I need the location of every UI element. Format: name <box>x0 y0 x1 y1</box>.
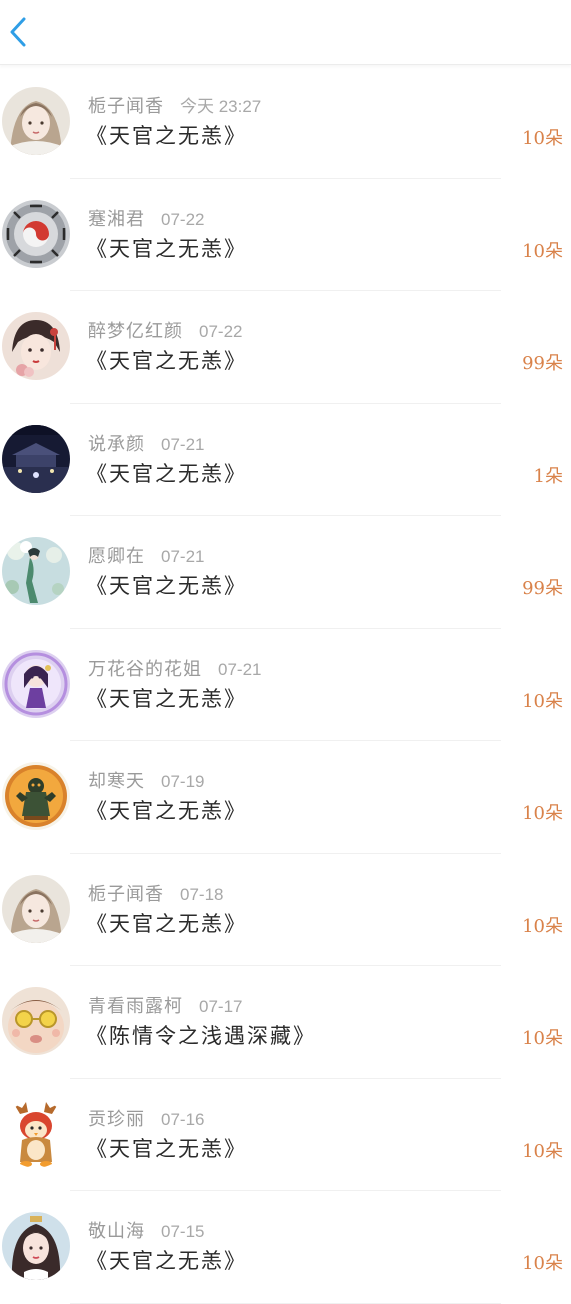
book-title[interactable]: 《天官之无恙》 <box>86 120 247 150</box>
avatar-painted-girl[interactable] <box>2 312 70 380</box>
avatar-longhair-girl[interactable] <box>2 1212 70 1280</box>
avatar-chibi-purple[interactable] <box>2 649 70 718</box>
sender-name: 愿卿在 <box>88 546 145 567</box>
sender-name: 醉梦亿红颜 <box>88 321 183 342</box>
gift-amount: 10朵 <box>522 1253 563 1274</box>
sender-name: 却寒天 <box>88 771 145 792</box>
record-time: 07-18 <box>180 884 224 904</box>
list-item[interactable]: 贡珍丽 07-16 《天官之无恙》 10朵 <box>0 1079 571 1191</box>
sender-name: 说承颜 <box>88 433 145 455</box>
list-item[interactable]: 醉梦亿红颜 07-22 《天官之无恙》 99朵 <box>0 291 571 404</box>
list-item[interactable]: 却寒天 07-19 《天官之无恙》 10朵 <box>0 741 571 854</box>
book-title[interactable]: 《天官之无恙》 <box>86 795 247 825</box>
sender-name: 栀子闻香 <box>88 883 164 905</box>
list-item[interactable]: 栀子闻香 今天 23:27 《天官之无恙》 10朵 <box>0 66 571 179</box>
avatar-flowers[interactable] <box>2 537 70 605</box>
book-title[interactable]: 《天官之无恙》 <box>86 683 247 713</box>
gift-record-list: 栀子闻香 今天 23:27 《天官之无恙》 10朵 蹇湘君 07-22 《天官之无恙… <box>0 66 571 1304</box>
top-navigation-bar <box>0 0 571 65</box>
row-divider <box>70 1302 501 1304</box>
gift-amount: 10朵 <box>522 803 563 824</box>
record-meta: 贡珍丽 07-16 <box>88 1105 204 1131</box>
record-meta: 敬山海 07-15 <box>88 1217 204 1243</box>
sender-name: 敬山海 <box>88 1221 145 1242</box>
record-meta: 说承颜 07-21 <box>88 430 204 456</box>
list-item[interactable]: 说承颜 07-21 《天官之无恙》 1朵 <box>0 404 571 516</box>
book-title[interactable]: 《天官之无恙》 <box>86 1245 247 1275</box>
book-title[interactable]: 《天官之无恙》 <box>86 1133 247 1163</box>
sender-name: 贡珍丽 <box>88 1108 145 1130</box>
gift-amount: 10朵 <box>522 128 563 149</box>
record-time: 07-21 <box>218 659 262 679</box>
book-title[interactable]: 《天官之无恙》 <box>86 233 247 263</box>
record-time: 07-15 <box>161 1222 205 1241</box>
book-title[interactable]: 《天官之无恙》 <box>86 570 247 600</box>
record-time: 07-21 <box>161 547 205 566</box>
sender-name: 青看雨露柯 <box>88 996 183 1017</box>
record-time: 07-22 <box>161 209 205 229</box>
gift-amount: 10朵 <box>522 1140 563 1162</box>
list-item[interactable]: 栀子闻香 07-18 《天官之无恙》 10朵 <box>0 854 571 966</box>
record-meta: 蹇湘君 07-22 <box>88 205 204 231</box>
book-title[interactable]: 《天官之无恙》 <box>86 908 247 938</box>
sender-name: 栀子闻香 <box>88 96 164 117</box>
gift-amount: 99朵 <box>522 353 563 374</box>
record-meta: 栀子闻香 07-18 <box>88 880 223 906</box>
record-time: 07-17 <box>199 997 243 1016</box>
back-button[interactable] <box>0 10 36 54</box>
book-title[interactable]: 《天官之无恙》 <box>86 458 247 488</box>
list-item[interactable]: 愿卿在 07-21 《天官之无恙》 99朵 <box>0 516 571 629</box>
record-meta: 栀子闻香 今天 23:27 <box>88 92 261 118</box>
sender-name: 万花谷的花姐 <box>88 658 202 680</box>
list-item[interactable]: 敬山海 07-15 《天官之无恙》 10朵 <box>0 1191 571 1304</box>
sender-name: 蹇湘君 <box>88 208 145 230</box>
record-time: 07-16 <box>161 1109 205 1129</box>
list-item[interactable]: 青看雨露柯 07-17 《陈情令之浅遇深藏》 10朵 <box>0 966 571 1079</box>
record-meta: 却寒天 07-19 <box>88 767 204 793</box>
record-time: 07-19 <box>161 772 205 791</box>
gift-amount: 10朵 <box>522 1028 563 1049</box>
list-item[interactable]: 万花谷的花姐 07-21 《天官之无恙》 10朵 <box>0 629 571 741</box>
chevron-left-icon <box>10 17 26 47</box>
record-time: 07-22 <box>199 322 243 341</box>
record-meta: 醉梦亿红颜 07-22 <box>88 317 242 343</box>
record-time: 07-21 <box>161 434 205 454</box>
avatar-hanfu-girl[interactable] <box>2 874 70 943</box>
avatar-hanfu-girl[interactable] <box>2 87 70 155</box>
gift-amount: 10朵 <box>522 915 563 937</box>
avatar-cartoon-penguin[interactable] <box>2 1099 70 1168</box>
avatar-orange-badge[interactable] <box>2 762 70 830</box>
gift-amount: 10朵 <box>522 240 563 262</box>
list-item[interactable]: 蹇湘君 07-22 《天官之无恙》 10朵 <box>0 179 571 291</box>
avatar-bagua[interactable] <box>2 199 70 268</box>
record-meta: 愿卿在 07-21 <box>88 542 204 568</box>
book-title[interactable]: 《陈情令之浅遇深藏》 <box>86 1020 316 1050</box>
gift-amount: 10朵 <box>522 690 563 712</box>
gift-amount: 99朵 <box>522 578 563 599</box>
avatar-night-scene[interactable] <box>2 424 70 493</box>
gift-amount: 1朵 <box>533 465 563 487</box>
record-meta: 万花谷的花姐 07-21 <box>88 655 261 681</box>
book-title[interactable]: 《天官之无恙》 <box>86 345 247 375</box>
avatar-baby-glasses[interactable] <box>2 987 70 1055</box>
record-meta: 青看雨露柯 07-17 <box>88 992 242 1018</box>
record-time: 今天 23:27 <box>180 97 262 116</box>
